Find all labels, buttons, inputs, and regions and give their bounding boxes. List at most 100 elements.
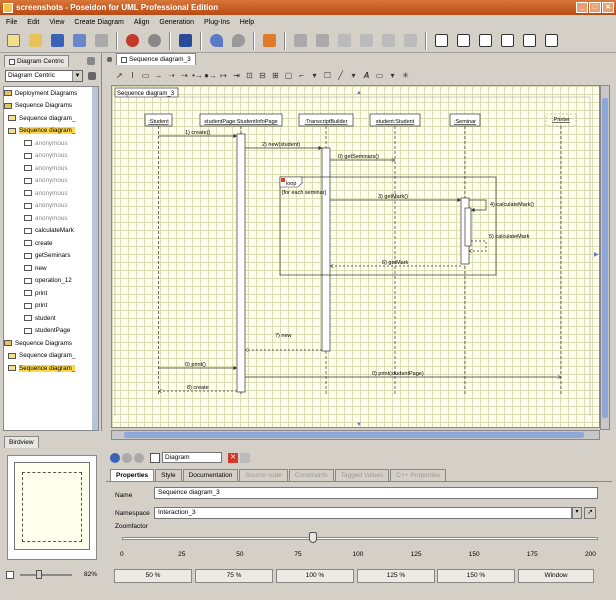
birdview-zoom-slider[interactable] <box>20 574 72 576</box>
tree-item[interactable]: print <box>4 300 98 313</box>
fill-color-icon[interactable]: ▭ <box>374 70 385 81</box>
tree-item[interactable]: new <box>4 262 98 275</box>
tree-item[interactable]: student <box>4 312 98 325</box>
menu-help[interactable]: Help <box>240 19 254 26</box>
message-8[interactable]: 7) new <box>245 333 322 350</box>
tab-tagged-values[interactable]: Tagged Values <box>334 469 390 481</box>
new-project-icon[interactable] <box>4 31 23 50</box>
diagram-view-3-icon[interactable] <box>476 31 495 50</box>
tab-constraints[interactable]: Constraints <box>288 469 334 481</box>
sequence-diagram[interactable]: Sequence diagram_3 :Student studentPage:… <box>112 86 600 428</box>
refresh-icon[interactable] <box>123 31 142 50</box>
zoom-button[interactable]: 150 % <box>437 569 515 583</box>
note-tool-icon[interactable]: ▢ <box>283 70 294 81</box>
cut-icon[interactable] <box>291 31 310 50</box>
tab-cpp-properties[interactable]: C++ Properties <box>390 469 446 481</box>
tab-birdview[interactable]: Birdview <box>4 436 39 448</box>
save-as-icon[interactable] <box>70 31 89 50</box>
chevron-down-icon[interactable]: ▼ <box>72 71 82 81</box>
diagram-view-4-icon[interactable] <box>498 31 517 50</box>
tree-item[interactable]: calculateMark <box>4 225 98 238</box>
tab-sequence-diagram[interactable]: Sequence diagram_3 <box>116 53 196 65</box>
canvas-horizontal-scrollbar[interactable] <box>111 430 600 440</box>
birdview-zoom-thumb[interactable] <box>36 570 42 579</box>
book-icon[interactable] <box>176 31 195 50</box>
dropdown-icon[interactable]: ▾ <box>348 70 359 81</box>
tree-item[interactable]: studentPage <box>4 325 98 338</box>
tree-item[interactable]: getSeminars <box>4 250 98 263</box>
copy-alt-icon[interactable] <box>357 31 376 50</box>
minimize-button[interactable]: _ <box>576 2 588 13</box>
note-icon[interactable]: ☐ <box>322 70 333 81</box>
diagram-view-1-icon[interactable] <box>432 31 451 50</box>
save-icon[interactable] <box>48 31 67 50</box>
open-folder-icon[interactable] <box>26 31 45 50</box>
up-icon[interactable] <box>134 452 144 463</box>
delete-icon[interactable]: ✕ <box>228 452 238 463</box>
birdview-checkbox[interactable] <box>6 571 14 579</box>
tree-item[interactable]: operation_12 <box>4 275 98 288</box>
link-tool-icon[interactable]: ⌐ <box>296 70 307 81</box>
menu-create-diagram[interactable]: Create Diagram <box>74 19 123 26</box>
tab-style[interactable]: Style <box>155 469 182 481</box>
message-dashed-icon[interactable]: ⇢ <box>179 70 190 81</box>
delete-icon[interactable] <box>260 31 279 50</box>
tree-item[interactable]: anonymous <box>4 187 98 200</box>
redo-icon[interactable] <box>229 31 248 50</box>
diagram-canvas[interactable]: Sequence diagram_3 :Student studentPage:… <box>111 85 600 428</box>
tree-item[interactable]: create <box>4 237 98 250</box>
tab-documentation[interactable]: Documentation <box>182 469 239 481</box>
message-4[interactable]: 3) getMark() <box>330 194 461 203</box>
lifeline-seminar[interactable]: :Seminar <box>449 113 481 396</box>
zoom-button[interactable]: 50 % <box>114 569 192 583</box>
tree-item[interactable]: anonymous <box>4 175 98 188</box>
message-9[interactable]: 0) print() <box>158 362 238 371</box>
lifeline-student[interactable]: :Student <box>144 113 173 396</box>
tree-item[interactable]: Sequence Diagrams <box>4 337 98 350</box>
message-11[interactable]: 8) create <box>159 385 238 391</box>
tree-item[interactable]: anonymous <box>4 162 98 175</box>
diagram-view-6-icon[interactable] <box>542 31 561 50</box>
message-3[interactable]: 0) getSeminars() <box>330 154 395 160</box>
zoom-button[interactable]: 125 % <box>357 569 435 583</box>
text-cursor-icon[interactable]: I <box>127 70 138 81</box>
namespace-field[interactable]: Interaction_3 <box>154 507 572 519</box>
maximize-button[interactable]: □ <box>589 2 601 13</box>
scroll-up-handle-icon[interactable]: ▲ <box>356 90 362 96</box>
tree-item[interactable]: anonymous <box>4 150 98 163</box>
message-10[interactable]: 0) print(studentPage) <box>245 371 561 377</box>
zoom-button[interactable]: 100 % <box>276 569 354 583</box>
tree-item[interactable]: anonymous <box>4 212 98 225</box>
dropdown-icon[interactable]: ▾ <box>387 70 398 81</box>
edit-icon[interactable] <box>240 452 250 463</box>
cursor-icon[interactable]: ➚ <box>114 70 125 81</box>
filter-icon[interactable] <box>86 70 98 82</box>
model-tree[interactable]: Deployment Diagrams Sequence Diagrams Sequ… <box>3 86 99 431</box>
zoom-slider-track[interactable] <box>122 537 598 540</box>
message-1[interactable]: 1) create() <box>158 130 238 139</box>
canvas-vertical-scrollbar[interactable] <box>600 85 610 430</box>
menu-file[interactable]: File <box>6 19 17 26</box>
tree-item[interactable]: Sequence Diagrams <box>4 100 98 113</box>
scroll-right-handle-icon[interactable]: ▶ <box>594 252 599 258</box>
message-2[interactable]: 2) new(student) <box>245 142 322 151</box>
back-icon[interactable] <box>110 452 120 463</box>
lifeline-printer[interactable]: :Printer <box>545 113 577 396</box>
cut-alt-icon[interactable] <box>313 31 332 50</box>
message-sync-icon[interactable]: ⇥ <box>231 70 242 81</box>
message-dot-icon[interactable]: •→ <box>192 70 203 81</box>
navigate-icon[interactable]: ↗ <box>584 507 596 519</box>
name-field[interactable]: Sequence diagram_3 <box>154 487 598 499</box>
zoom-slider-thumb[interactable] <box>309 532 317 543</box>
sun-icon[interactable]: ✳ <box>400 70 411 81</box>
close-button[interactable]: ✕ <box>602 2 614 13</box>
diagram-view-2-icon[interactable] <box>454 31 473 50</box>
forward-icon[interactable] <box>122 452 132 463</box>
message-6[interactable]: 5) calculateMark <box>469 234 530 251</box>
tree-item[interactable]: Sequence diagram_ <box>4 112 98 125</box>
tab-diagram-centric[interactable]: Diagram Centric <box>4 55 69 67</box>
line-tool-icon[interactable]: ╱ <box>335 70 346 81</box>
tab-pin-icon[interactable] <box>104 53 114 65</box>
settings-icon[interactable] <box>145 31 164 50</box>
loop-tool-icon[interactable]: ⊡ <box>244 70 255 81</box>
